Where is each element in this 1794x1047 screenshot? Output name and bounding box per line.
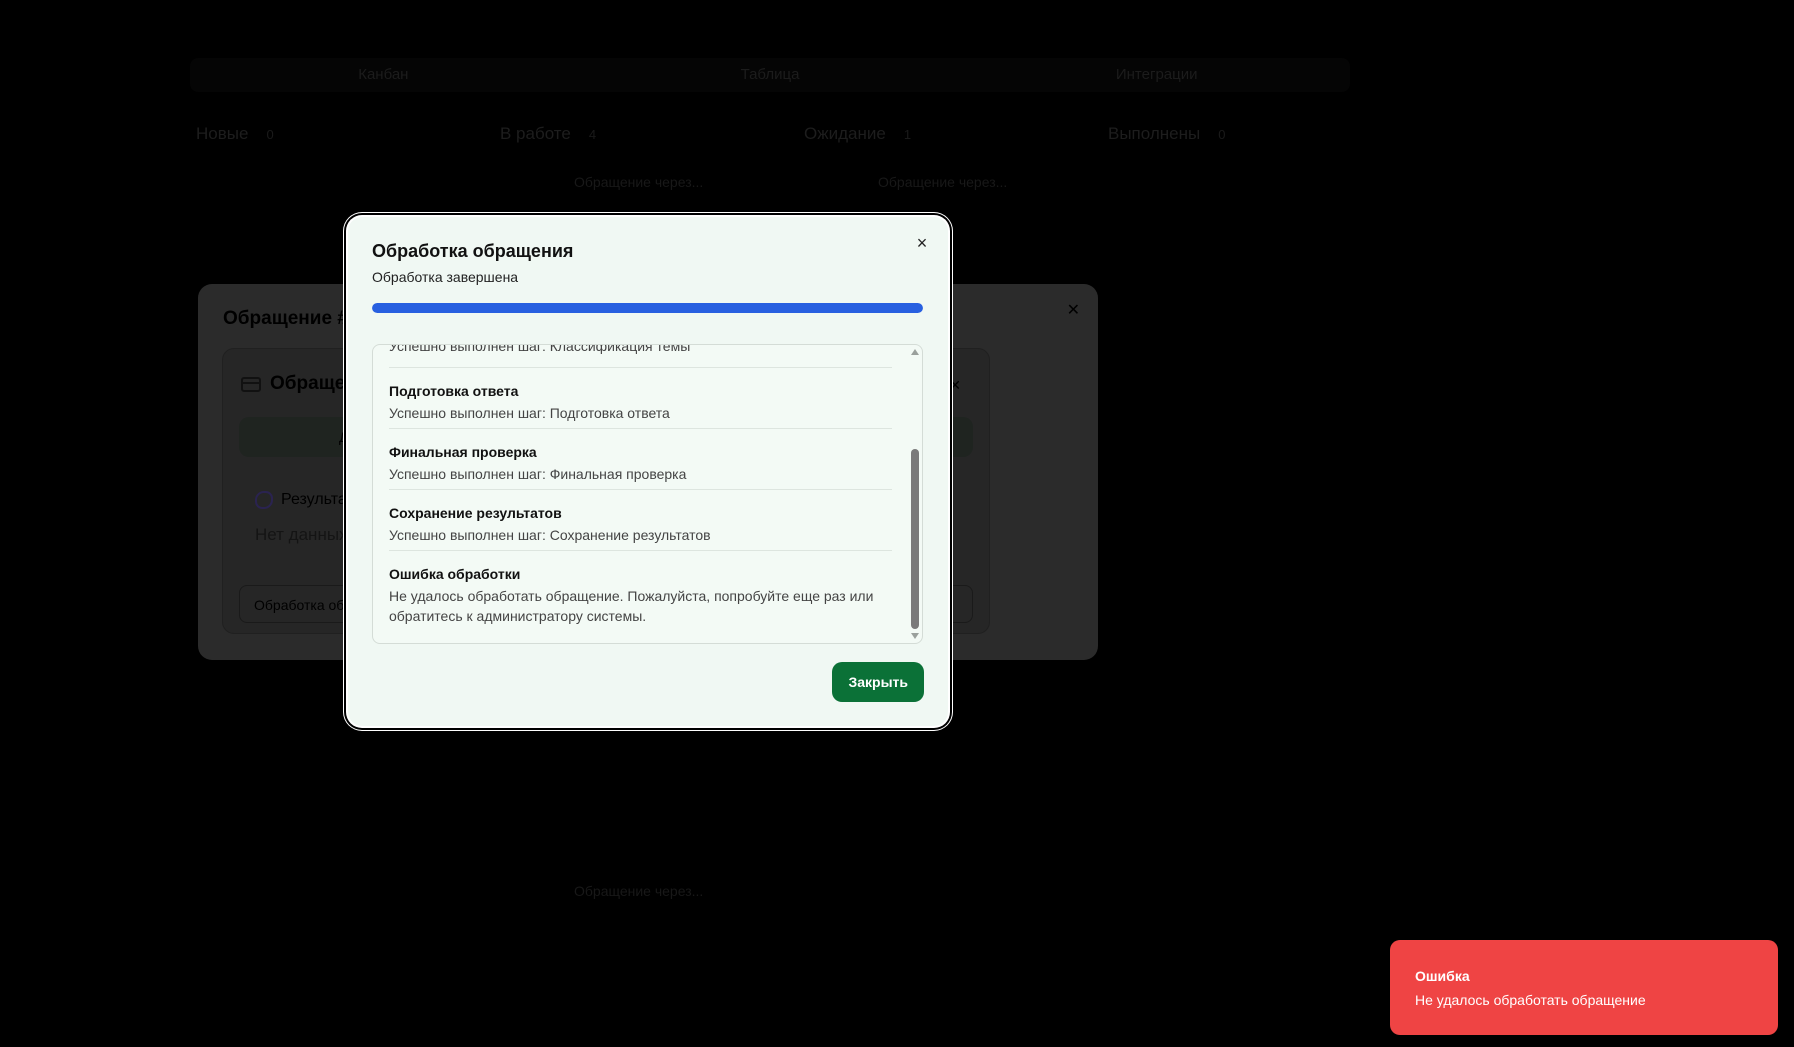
dialog-title: Обработка обращения — [372, 241, 574, 261]
log-entry: Успешно выполнен шаг: Классификация темы — [389, 344, 892, 368]
result-row: Результат — [255, 491, 354, 509]
scrollbar-thumb[interactable] — [911, 449, 919, 629]
column-title: Новые — [196, 124, 249, 143]
step-title: Сохранение результатов — [389, 505, 562, 521]
column-header-done: Выполнены 0 — [1108, 124, 1225, 144]
card-title[interactable]: Обращение через... — [574, 174, 703, 190]
column-count: 1 — [903, 126, 912, 142]
processing-dialog: Обработка обращения Обработка завершена … — [348, 217, 948, 726]
card-title[interactable]: Обращение через... — [574, 883, 703, 899]
close-icon[interactable]: ✕ — [1067, 300, 1080, 320]
processing-log[interactable]: Успешно выполнен шаг: Классификация темы… — [372, 344, 923, 644]
dialog-subtitle: Обработка завершена — [372, 269, 519, 285]
error-toast[interactable]: Ошибка Не удалось обработать обращение — [1390, 940, 1778, 1035]
close-icon[interactable]: × — [912, 233, 932, 253]
step-description: Успешно выполнен шаг: Финальная проверка — [389, 466, 687, 482]
tab-table[interactable]: Таблица — [577, 58, 964, 92]
column-count: 4 — [588, 126, 597, 142]
no-data-text: Нет данных — [255, 525, 348, 544]
tab-integrations[interactable]: Интеграции — [963, 58, 1350, 92]
processing-field-label: Обработка об — [254, 597, 345, 613]
close-icon[interactable]: ✕ — [949, 377, 961, 394]
column-title: Ожидание — [804, 124, 886, 143]
log-entry-error: Ошибка обработки Не удалось обработать о… — [389, 551, 892, 641]
close-button[interactable]: Закрыть — [832, 662, 924, 702]
step-description: Успешно выполнен шаг: Сохранение результ… — [389, 527, 711, 543]
log-entry: Подготовка ответа Успешно выполнен шаг: … — [389, 368, 892, 429]
toast-message: Не удалось обработать обращение — [1415, 992, 1646, 1008]
step-title: Финальная проверка — [389, 444, 537, 460]
step-description: Не удалось обработать обращение. Пожалуй… — [389, 588, 874, 624]
step-description: Успешно выполнен шаг: Классификация темы — [389, 344, 691, 354]
scroll-down-icon[interactable] — [911, 633, 919, 639]
step-title: Подготовка ответа — [389, 383, 519, 399]
column-count: 0 — [1218, 126, 1226, 142]
column-header-new: Новые 0 — [196, 124, 274, 144]
brain-icon — [255, 491, 273, 509]
result-label: Результат — [281, 491, 354, 508]
step-title: Ошибка обработки — [389, 566, 521, 582]
column-header-waiting: Ожидание 1 — [804, 124, 911, 144]
log-list: Успешно выполнен шаг: Классификация темы… — [373, 344, 908, 641]
log-entry: Сохранение результатов Успешно выполнен … — [389, 490, 892, 551]
column-count: 0 — [266, 126, 274, 142]
progress-fill — [372, 303, 923, 313]
log-entry: Финальная проверка Успешно выполнен шаг:… — [389, 429, 892, 490]
scroll-up-icon[interactable] — [911, 349, 919, 355]
card-icon — [241, 376, 261, 392]
tab-kanban[interactable]: Канбан — [190, 58, 577, 92]
column-title: В работе — [500, 124, 571, 143]
column-title: Выполнены — [1108, 124, 1201, 143]
step-description: Успешно выполнен шаг: Подготовка ответа — [389, 405, 670, 421]
column-header-in-progress: В работе 4 — [500, 124, 596, 144]
card-title[interactable]: Обращение через... — [878, 174, 1007, 190]
progress-bar — [372, 303, 923, 313]
toast-title: Ошибка — [1415, 968, 1470, 984]
ticket-title: Обращение #3 — [223, 308, 359, 329]
scrollbar[interactable] — [910, 349, 920, 639]
view-tabs: Канбан Таблица Интеграции — [190, 58, 1350, 92]
